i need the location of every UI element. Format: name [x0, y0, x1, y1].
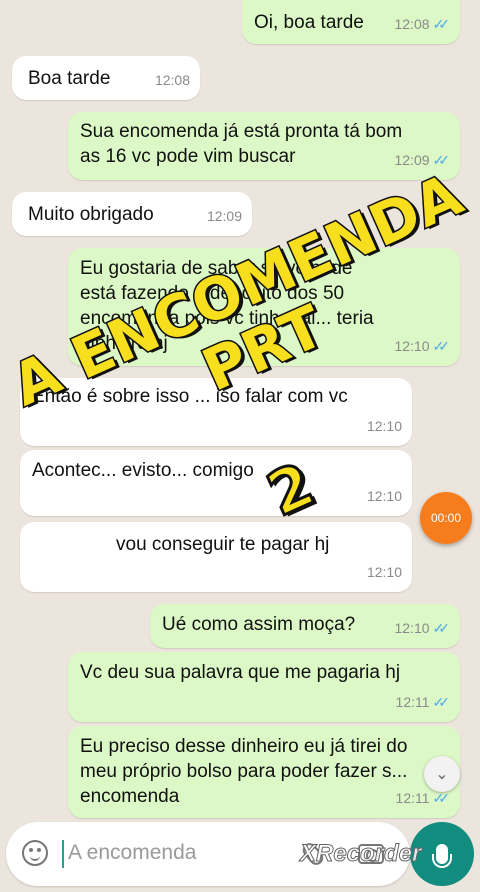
chevron-down-icon: ⌄: [435, 766, 449, 783]
message-meta: 12:08 ✓✓: [394, 12, 450, 37]
read-ticks-icon: ✓✓: [432, 620, 451, 636]
emoji-icon[interactable]: [22, 840, 48, 866]
message-bubble[interactable]: Ué como assim moça? 12:10 ✓✓: [150, 604, 460, 648]
message-meta: 12:10 ✓✓: [394, 616, 450, 641]
mic-icon: [432, 844, 452, 868]
message-text: Eu preciso desse dinheiro eu já tirei do…: [80, 736, 408, 807]
message-input[interactable]: A encomenda: [68, 841, 196, 865]
message-time: 12:10: [394, 338, 430, 354]
message-time: 12:10: [366, 564, 402, 580]
message-bubble[interactable]: vou conseguir te pagar hj 12:10: [20, 522, 412, 592]
read-ticks-icon: ✓✓: [432, 694, 451, 710]
message-bubble[interactable]: Vc deu sua palavra que me pagaria hj 12:…: [68, 652, 460, 722]
message-bubble[interactable]: Eu preciso desse dinheiro eu já tirei do…: [68, 726, 460, 818]
message-time: 12:10: [394, 620, 430, 636]
message-bubble[interactable]: Sua encomenda já está pronta tá bom as 1…: [68, 112, 460, 180]
recording-timer[interactable]: 00:00: [420, 492, 472, 544]
read-ticks-icon: ✓✓: [432, 16, 451, 32]
message-bubble[interactable]: Muito obrigado 12:09: [12, 192, 252, 236]
message-time: 12:11: [395, 694, 430, 710]
read-ticks-icon: ✓✓: [432, 338, 451, 354]
message-time: 12:08: [154, 72, 190, 88]
message-meta: 12:10 ✓✓: [394, 334, 450, 359]
message-time: 12:08: [394, 16, 430, 32]
message-bubble[interactable]: Oi, boa tarde 12:08 ✓✓: [242, 0, 460, 44]
message-text: vou conseguir te pagar hj: [116, 534, 330, 555]
message-time: 12:10: [366, 488, 402, 504]
message-time: 12:11: [395, 790, 430, 806]
message-bubble[interactable]: Boa tarde 12:08: [12, 56, 200, 100]
message-time: 12:10: [366, 418, 402, 434]
text-cursor: [62, 840, 64, 868]
recorder-watermark: XRecorder: [299, 840, 422, 868]
message-text: Sua encomenda já está pronta tá bom as 1…: [80, 121, 403, 167]
message-text: Vc deu sua palavra que me pagaria hj: [80, 662, 401, 683]
message-text: Acontec... evisto... comigo: [32, 460, 254, 481]
scroll-down-button[interactable]: ⌄: [424, 756, 460, 792]
message-time: 12:09: [206, 208, 242, 224]
message-meta: 12:11 ✓✓: [395, 690, 451, 715]
